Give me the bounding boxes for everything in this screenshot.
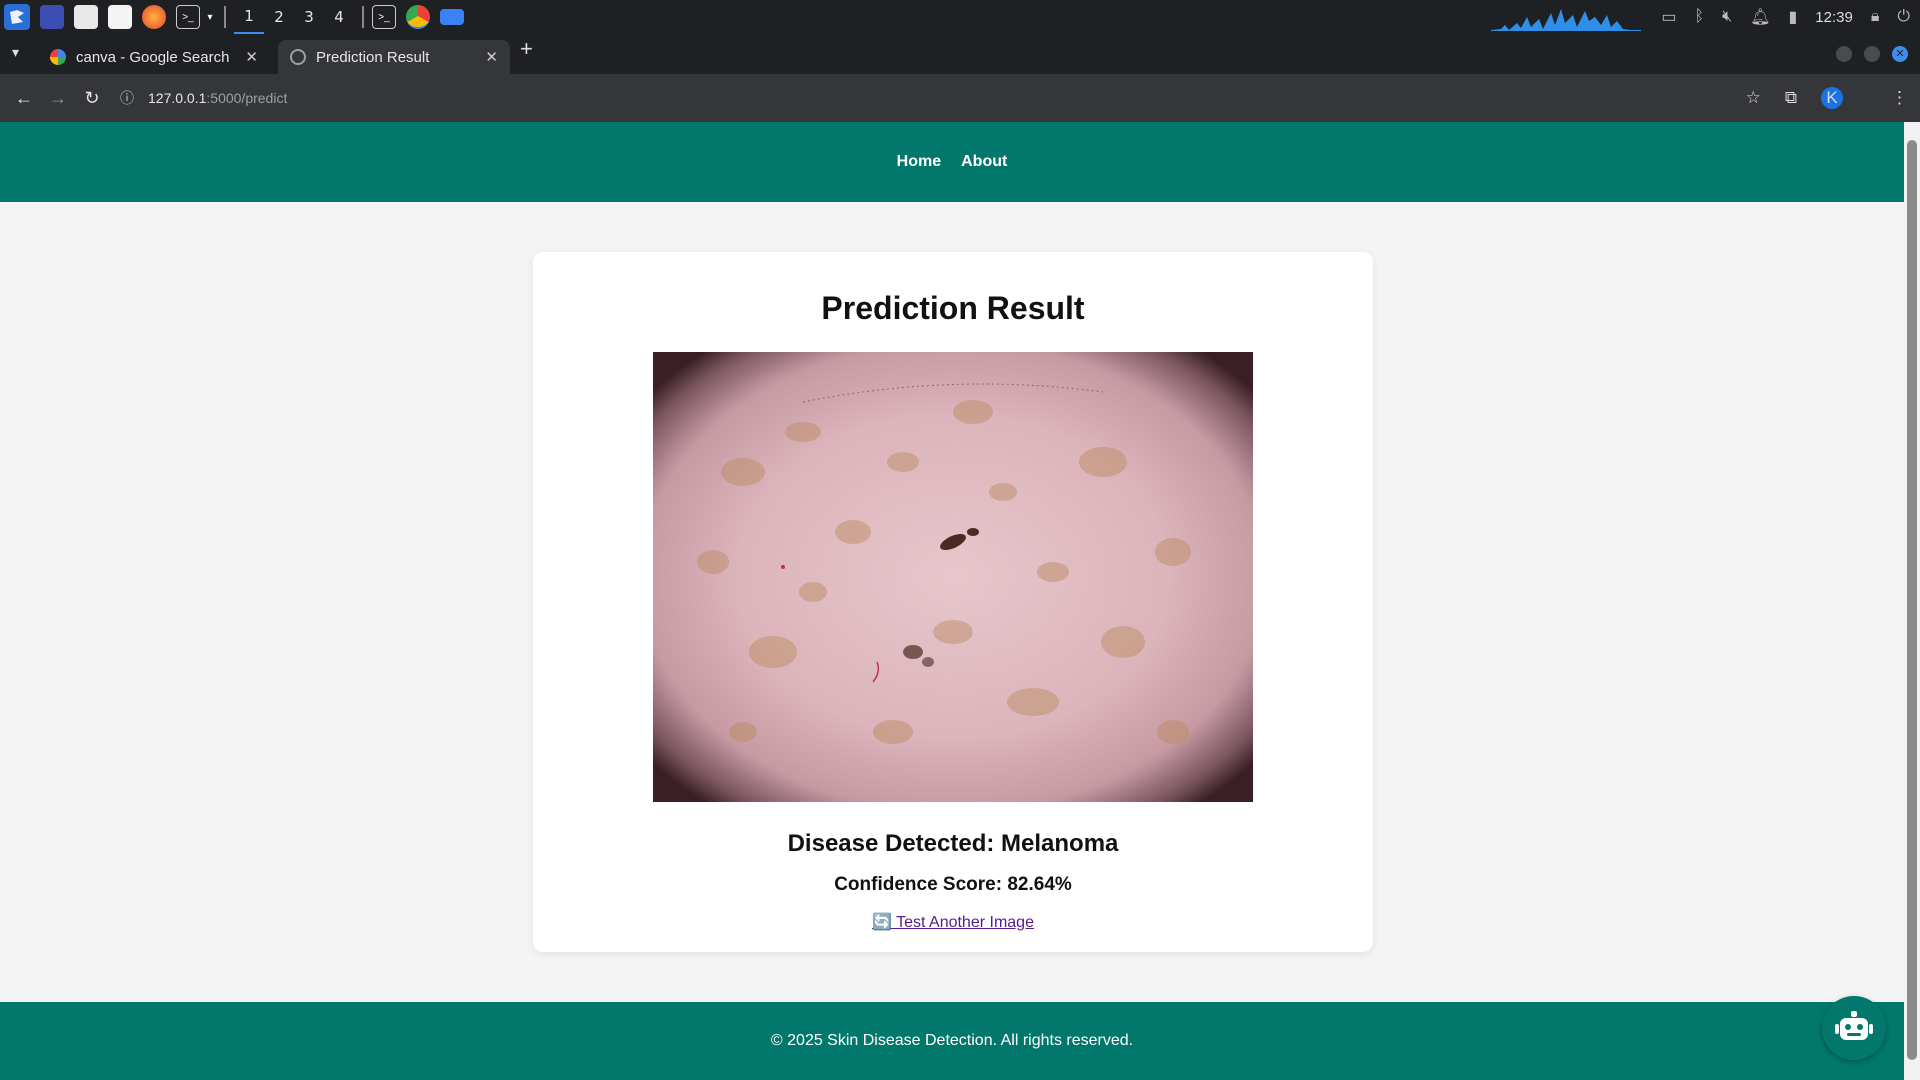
address-bar[interactable]: ⓘ 127.0.0.1:5000/predict [120, 82, 1740, 114]
nav-about-link[interactable]: About [961, 153, 1007, 171]
close-icon[interactable]: ✕ [485, 48, 498, 66]
window-controls: ✕ [1836, 46, 1908, 62]
reload-button[interactable]: ↻ [82, 88, 102, 109]
maximize-button[interactable] [1864, 46, 1880, 62]
disease-result: Disease Detected: Melanoma [787, 830, 1119, 857]
bluetooth-icon[interactable]: ᛒ [1694, 8, 1704, 26]
scrollbar-thumb[interactable] [1907, 140, 1917, 1060]
chevron-down-icon[interactable]: ▾ [12, 44, 19, 61]
skin-lesion-image [653, 352, 1253, 802]
system-tray: ▭ ᛒ 🔇︎ 🔔︎ ▮ 12:39 🔒︎ ⏻ [1491, 0, 1920, 34]
tab-prediction-result[interactable]: Prediction Result ✕ [278, 40, 510, 74]
firefox-icon[interactable] [142, 5, 166, 29]
new-tab-button[interactable]: + [520, 36, 533, 62]
test-another-label: Test Another Image [891, 914, 1034, 931]
tab-canva-search[interactable]: canva - Google Search ✕ [38, 40, 270, 74]
result-card: Prediction Result Disease Detected: Mela… [533, 252, 1373, 952]
back-button[interactable]: ← [14, 88, 34, 109]
chrome-icon[interactable] [406, 5, 430, 29]
folder-icon[interactable] [440, 9, 464, 25]
workspace-4[interactable]: 4 [324, 0, 354, 34]
battery-icon[interactable]: ▮ [1788, 7, 1797, 27]
workspace-1[interactable]: 1 [234, 0, 264, 34]
footer-text: © 2025 Skin Disease Detection. All right… [770, 1032, 1134, 1049]
refresh-icon: 🔄 [872, 914, 892, 931]
workspace-2[interactable]: 2 [264, 0, 294, 34]
extensions-icon[interactable]: ⧉ [1785, 88, 1797, 108]
page-scrollbar[interactable] [1904, 122, 1920, 1080]
close-icon[interactable]: ✕ [245, 48, 258, 66]
clock[interactable]: 12:39 [1815, 9, 1853, 26]
forward-button[interactable]: → [48, 88, 68, 109]
bell-icon[interactable]: 🔔︎ [1750, 7, 1770, 27]
divider [362, 6, 364, 28]
browser-toolbar: ← → ↻ ⓘ 127.0.0.1:5000/predict ☆ ⧉ K ⋮ [0, 74, 1920, 122]
lock-icon[interactable]: 🔒︎ [1871, 8, 1880, 26]
divider [224, 6, 226, 28]
google-icon [50, 49, 66, 65]
tab-strip: ▾ canva - Google Search ✕ Prediction Res… [0, 34, 1920, 74]
desktop-icon[interactable] [40, 5, 64, 29]
toolbar-actions: ☆ ⧉ K ⋮ [1746, 74, 1920, 122]
tab-title: canva - Google Search [76, 48, 230, 66]
minimize-button[interactable] [1836, 46, 1852, 62]
avatar: K [1821, 87, 1843, 109]
os-taskbar: >_ ▾ 1 2 3 4 >_ ▭ ᛒ 🔇︎ 🔔︎ ▮ 12:39 🔒︎ ⏻ [0, 0, 1920, 34]
cpu-graph-icon [1491, 9, 1642, 31]
chatbot-button[interactable] [1822, 996, 1886, 1060]
kebab-menu-icon[interactable]: ⋮ [1891, 88, 1908, 108]
tab-title: Prediction Result [316, 48, 430, 66]
page-viewport: Home About Prediction Result Disease Det… [0, 122, 1904, 1080]
text-editor-icon[interactable] [108, 5, 132, 29]
terminal-icon[interactable]: >_ [176, 5, 200, 29]
url-host: 127.0.0.1 [148, 90, 207, 106]
power-icon[interactable]: ⏻ [1897, 8, 1910, 26]
nav-home-link[interactable]: Home [897, 153, 941, 171]
screen-icon[interactable]: ▭ [1661, 7, 1676, 27]
terminal-icon[interactable]: >_ [372, 5, 396, 29]
url-path: :5000/predict [206, 90, 288, 106]
workspace-3[interactable]: 3 [294, 0, 324, 34]
file-manager-icon[interactable] [74, 5, 98, 29]
chevron-down-icon[interactable]: ▾ [204, 5, 216, 29]
profile-avatar[interactable]: K [1821, 87, 1867, 109]
close-window-button[interactable]: ✕ [1892, 46, 1908, 62]
retry-container: 🔄 Test Another Image [533, 912, 1373, 932]
app-menu-icon[interactable] [4, 4, 30, 30]
robot-icon [1835, 1011, 1873, 1040]
info-icon[interactable]: ⓘ [120, 88, 134, 108]
globe-icon [290, 49, 306, 65]
site-footer: © 2025 Skin Disease Detection. All right… [0, 1002, 1904, 1080]
confidence-score: Confidence Score: 82.64% [834, 874, 1072, 895]
test-another-image-link[interactable]: 🔄 Test Another Image [872, 914, 1034, 931]
site-header: Home About [0, 122, 1904, 202]
page-title: Prediction Result [821, 290, 1085, 326]
bookmark-star-icon[interactable]: ☆ [1746, 88, 1761, 108]
mute-icon[interactable]: 🔇︎ [1722, 8, 1732, 26]
